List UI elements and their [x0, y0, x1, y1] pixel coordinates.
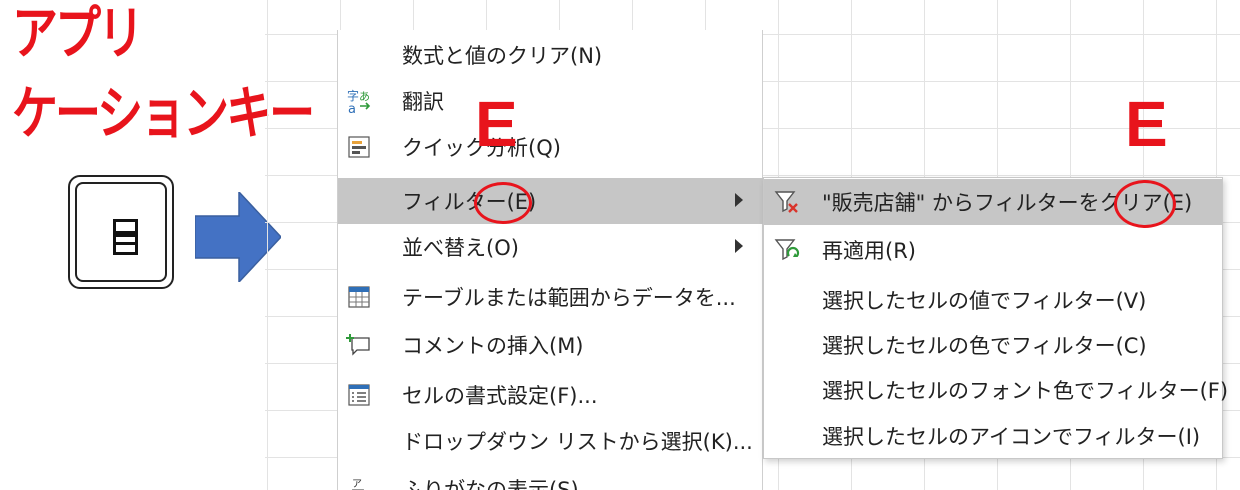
highlight-circle-right — [1114, 180, 1176, 228]
comment-icon — [344, 331, 374, 359]
submenu-item-filter-by-icon[interactable]: 選択したセルのアイコンでフィルター(I) — [764, 413, 1222, 459]
svg-text:a: a — [348, 102, 356, 114]
menu-item-clear-formulas-values[interactable]: 数式と値のクリア(N) — [338, 32, 763, 78]
menu-item-label: 翻訳 — [402, 90, 444, 114]
reapply-filter-icon — [772, 235, 802, 265]
submenu-item-filter-by-font-color[interactable]: 選択したセルのフォント色でフィルター(F) — [764, 367, 1228, 413]
submenu-item-filter-by-value[interactable]: 選択したセルの値でフィルター(V) — [764, 277, 1222, 323]
highlight-circle-left — [474, 182, 532, 224]
furigana-icon: ア 亜 — [344, 475, 374, 490]
menu-item-pick-from-dropdown[interactable]: ドロップダウン リストから選択(K)... — [338, 418, 763, 464]
submenu-item-label: 選択したセルの値でフィルター(V) — [822, 289, 1147, 313]
submenu-item-reapply[interactable]: 再適用(R) — [764, 227, 1222, 273]
application-key-inner — [75, 182, 167, 282]
clear-filter-icon — [772, 187, 802, 217]
svg-text:あ: あ — [359, 90, 370, 103]
menu-item-translate[interactable]: 字 あ a 翻訳 — [338, 78, 763, 124]
submenu-item-label: 選択したセルのアイコンでフィルター(I) — [822, 425, 1201, 449]
application-key-illustration — [68, 175, 174, 289]
menu-item-label: ふりがなの表示(S) — [402, 478, 579, 490]
menu-item-show-furigana[interactable]: ア 亜 ふりがなの表示(S) — [338, 466, 763, 490]
title-line-1: アプリ — [12, 0, 144, 67]
submenu-item-label: 再適用(R) — [822, 239, 916, 263]
submenu-arrow-icon — [735, 193, 743, 207]
format-cells-icon — [344, 381, 374, 409]
submenu-item-label: 選択したセルのフォント色でフィルター(F) — [822, 379, 1229, 403]
menu-item-label: コメントの挿入(M) — [402, 334, 584, 358]
translate-icon: 字 あ a — [344, 87, 374, 115]
svg-text:字: 字 — [347, 88, 359, 103]
menu-item-label: 並べ替え(O) — [402, 236, 519, 260]
submenu-arrow-icon — [735, 239, 743, 253]
menu-item-label: テーブルまたは範囲からデータを... — [402, 286, 736, 310]
menu-item-quick-analysis[interactable]: クイック分析(Q) — [338, 124, 763, 170]
submenu-item-filter-by-color[interactable]: 選択したセルの色でフィルター(C) — [764, 322, 1222, 368]
menu-item-label: ドロップダウン リストから選択(K)... — [402, 430, 753, 454]
menu-item-label: セルの書式設定(F)... — [402, 384, 598, 408]
menu-item-label: 数式と値のクリア(N) — [402, 44, 603, 68]
menu-item-table-from-range[interactable]: テーブルまたは範囲からデータを... — [338, 274, 763, 320]
submenu-item-label: 選択したセルの色でフィルター(C) — [822, 334, 1147, 358]
annotation-e-right: E — [1125, 88, 1168, 160]
annotation-e-left: E — [475, 88, 518, 160]
quick-analysis-icon — [344, 133, 374, 161]
menu-item-format-cells[interactable]: セルの書式設定(F)... — [338, 372, 763, 418]
menu-key-icon — [113, 219, 138, 255]
table-icon — [344, 283, 374, 311]
menu-item-filter[interactable]: フィルター(E) — [338, 178, 763, 224]
context-menu: 数式と値のクリア(N) 字 あ a 翻訳 クイック分析(Q) フィルター(E) — [337, 30, 763, 490]
menu-item-sort[interactable]: 並べ替え(O) — [338, 224, 763, 270]
menu-item-insert-comment[interactable]: コメントの挿入(M) — [338, 322, 763, 368]
